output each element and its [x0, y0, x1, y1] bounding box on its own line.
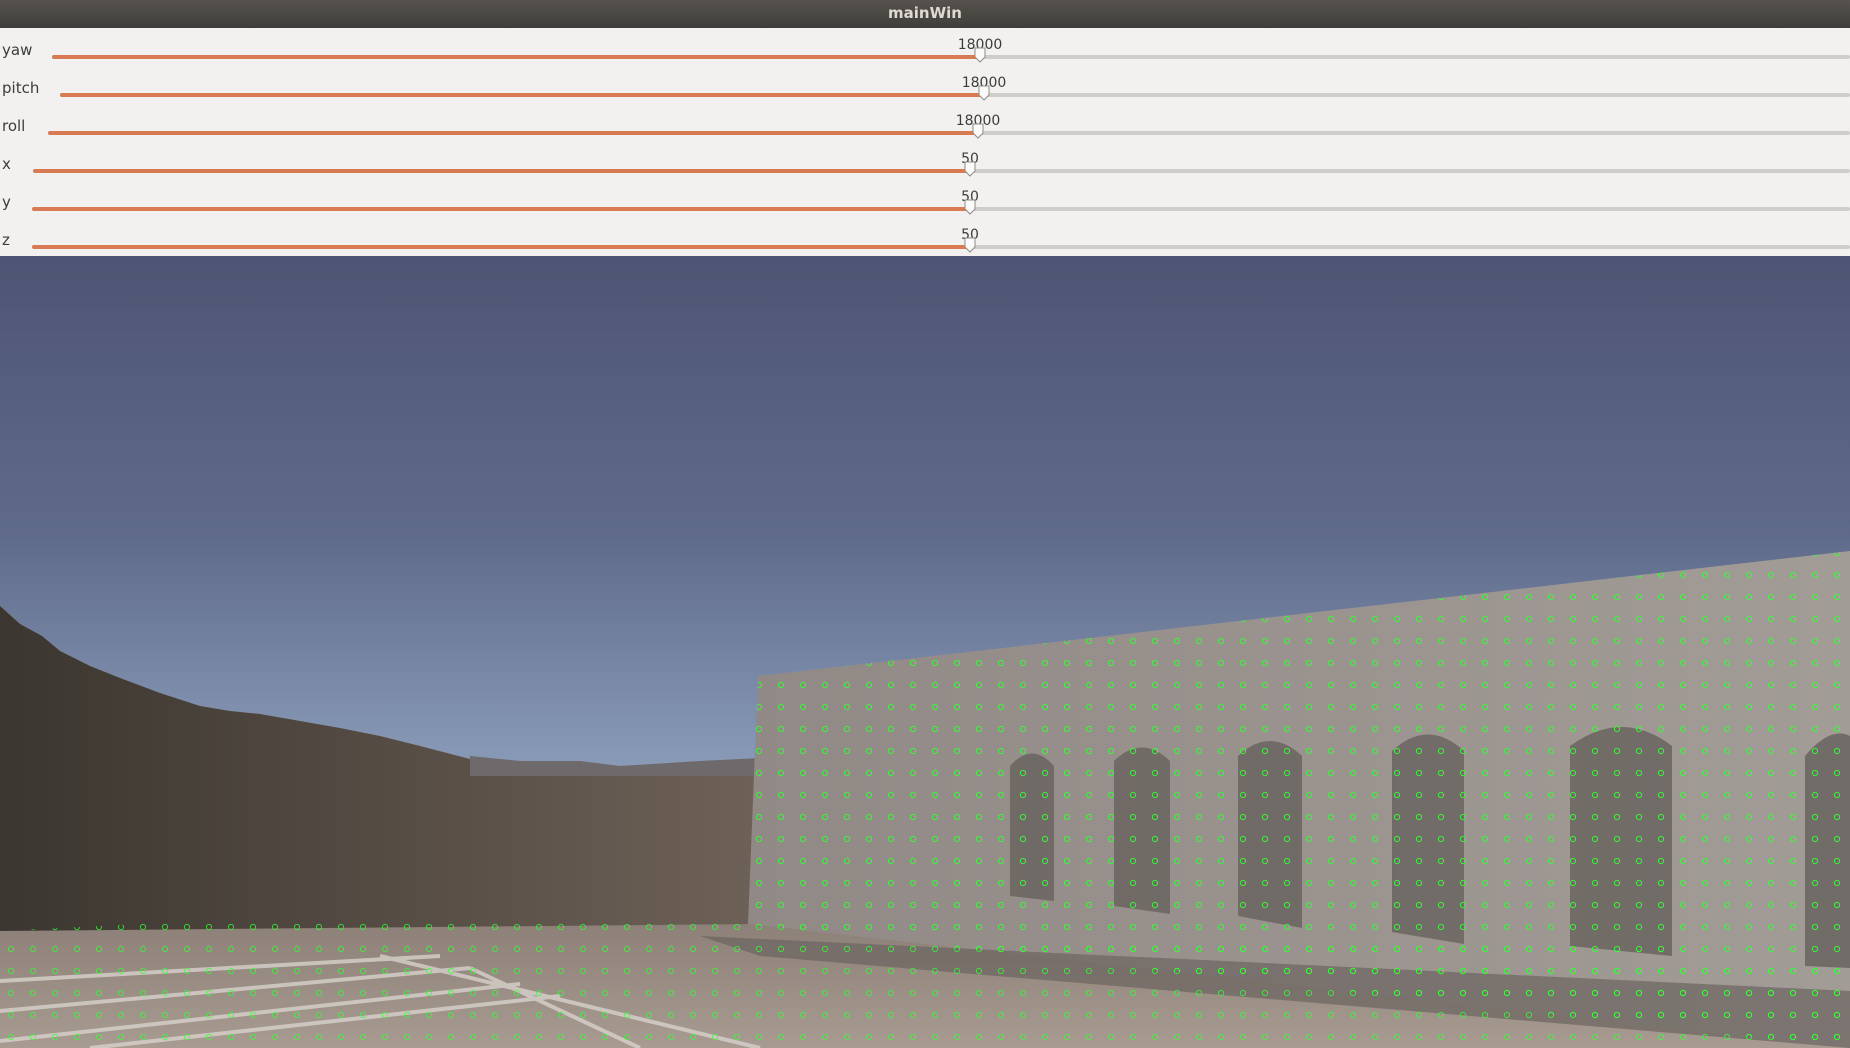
slider-label-z: z — [2, 231, 10, 249]
slider-yaw[interactable] — [52, 47, 1850, 63]
slider-row-pitch: pitch 18000 — [0, 70, 1850, 108]
slider-thumb-y[interactable] — [964, 199, 976, 215]
camera-view — [0, 256, 1850, 1048]
slider-fill-pitch — [60, 93, 984, 97]
slider-thumb-yaw[interactable] — [974, 47, 986, 63]
slider-label-x: x — [2, 155, 11, 173]
slider-thumb-x[interactable] — [964, 161, 976, 177]
slider-label-roll: roll — [2, 117, 26, 135]
slider-row-z: z 50 — [0, 222, 1850, 260]
slider-row-x: x 50 — [0, 146, 1850, 184]
slider-thumb-pitch[interactable] — [978, 85, 990, 101]
slider-y[interactable] — [32, 199, 1850, 215]
slider-fill-x — [33, 169, 970, 173]
slider-z[interactable] — [32, 237, 1850, 253]
slider-thumb-roll[interactable] — [972, 123, 984, 139]
slider-roll[interactable] — [48, 123, 1850, 139]
slider-thumb-z[interactable] — [964, 237, 976, 253]
slider-fill-yaw — [52, 55, 980, 59]
slider-label-pitch: pitch — [2, 79, 40, 97]
slider-fill-roll — [48, 131, 978, 135]
slider-row-y: y 50 — [0, 184, 1850, 222]
slider-pitch[interactable] — [60, 85, 1850, 101]
slider-fill-z — [32, 245, 970, 249]
window-title: mainWin — [888, 4, 962, 22]
slider-row-roll: roll 18000 — [0, 108, 1850, 146]
slider-x[interactable] — [33, 161, 1850, 177]
slider-label-y: y — [2, 193, 11, 211]
slider-row-yaw: yaw 18000 — [0, 32, 1850, 70]
window-titlebar: mainWin — [0, 0, 1850, 28]
slider-label-yaw: yaw — [2, 41, 33, 59]
slider-fill-y — [32, 207, 970, 211]
slider-panel: yaw 18000 pitch 18000 roll 18000 x 50 y — [0, 28, 1850, 256]
